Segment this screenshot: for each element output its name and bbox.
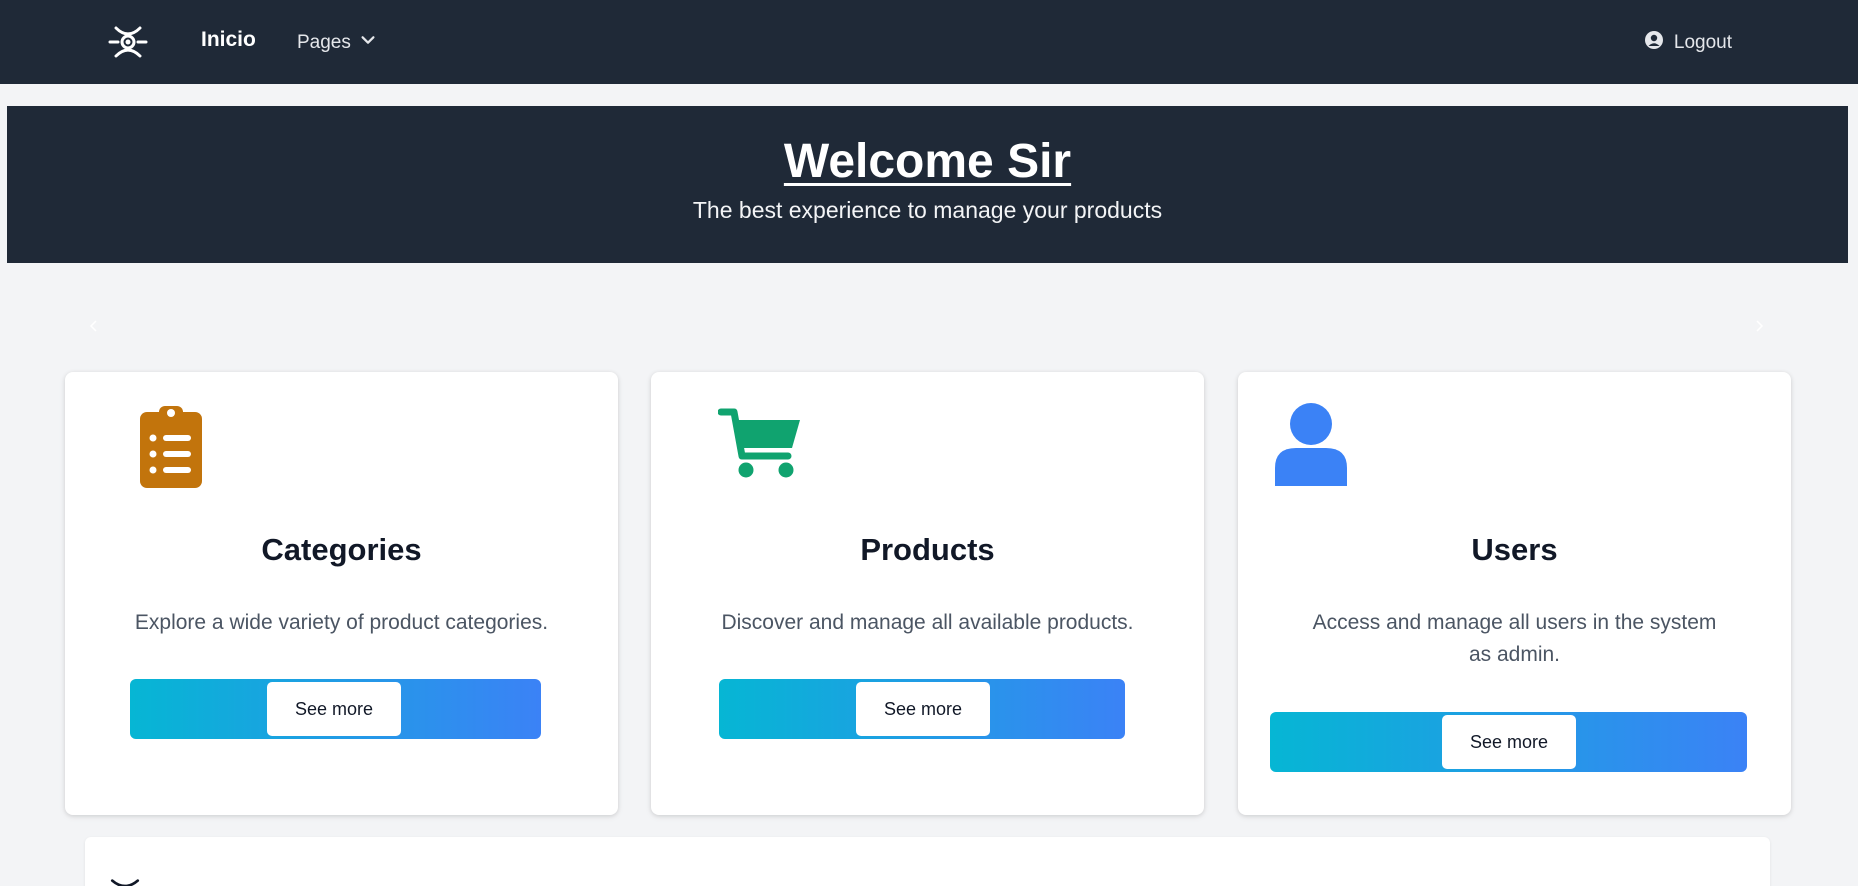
see-more-button[interactable]: See more xyxy=(267,682,401,736)
chevron-down-icon xyxy=(359,31,377,55)
spider-logo-icon xyxy=(105,877,145,886)
hero-banner: Welcome Sir The best experience to manag… xyxy=(7,106,1848,263)
card-description: Access and manage all users in the syste… xyxy=(1312,611,1717,666)
carousel-next-button[interactable] xyxy=(1751,318,1775,342)
spider-logo-icon[interactable] xyxy=(106,20,150,64)
logout-button[interactable]: Logout xyxy=(1644,30,1732,56)
hero-subtitle: The best experience to manage your produ… xyxy=(692,197,1163,223)
logout-label: Logout xyxy=(1673,32,1732,53)
chevron-right-icon xyxy=(1751,320,1767,338)
user-circle-icon xyxy=(1644,30,1664,56)
see-more-bar: See more xyxy=(719,679,1125,739)
user-icon xyxy=(1274,402,1348,491)
nav-home-link[interactable]: Inicio xyxy=(201,28,256,52)
categories-card: Categories Explore a wide variety of pro… xyxy=(65,372,618,815)
products-card: Products Discover and manage all availab… xyxy=(651,372,1204,815)
see-more-bar: See more xyxy=(1270,712,1747,772)
nav-pages-label: Pages xyxy=(297,32,351,53)
footer-panel xyxy=(85,837,1770,886)
top-navbar: Inicio Pages Logout xyxy=(0,0,1858,84)
see-more-button[interactable]: See more xyxy=(1442,715,1576,769)
card-description: Discover and manage all available produc… xyxy=(721,611,1134,634)
card-title: Products xyxy=(860,532,995,567)
shopping-cart-icon xyxy=(717,406,802,485)
hero-title: Welcome Sir xyxy=(783,135,1072,188)
see-more-bar: See more xyxy=(130,679,541,739)
card-title: Users xyxy=(1471,532,1558,567)
carousel-prev-button[interactable] xyxy=(86,318,110,342)
card-title: Categories xyxy=(261,532,422,567)
clipboard-list-icon xyxy=(139,404,203,493)
chevron-left-icon xyxy=(86,320,102,338)
see-more-button[interactable]: See more xyxy=(856,682,990,736)
nav-pages-dropdown[interactable]: Pages xyxy=(297,31,377,55)
users-card: Users Access and manage all users in the… xyxy=(1238,372,1791,815)
card-description: Explore a wide variety of product catego… xyxy=(134,611,549,634)
